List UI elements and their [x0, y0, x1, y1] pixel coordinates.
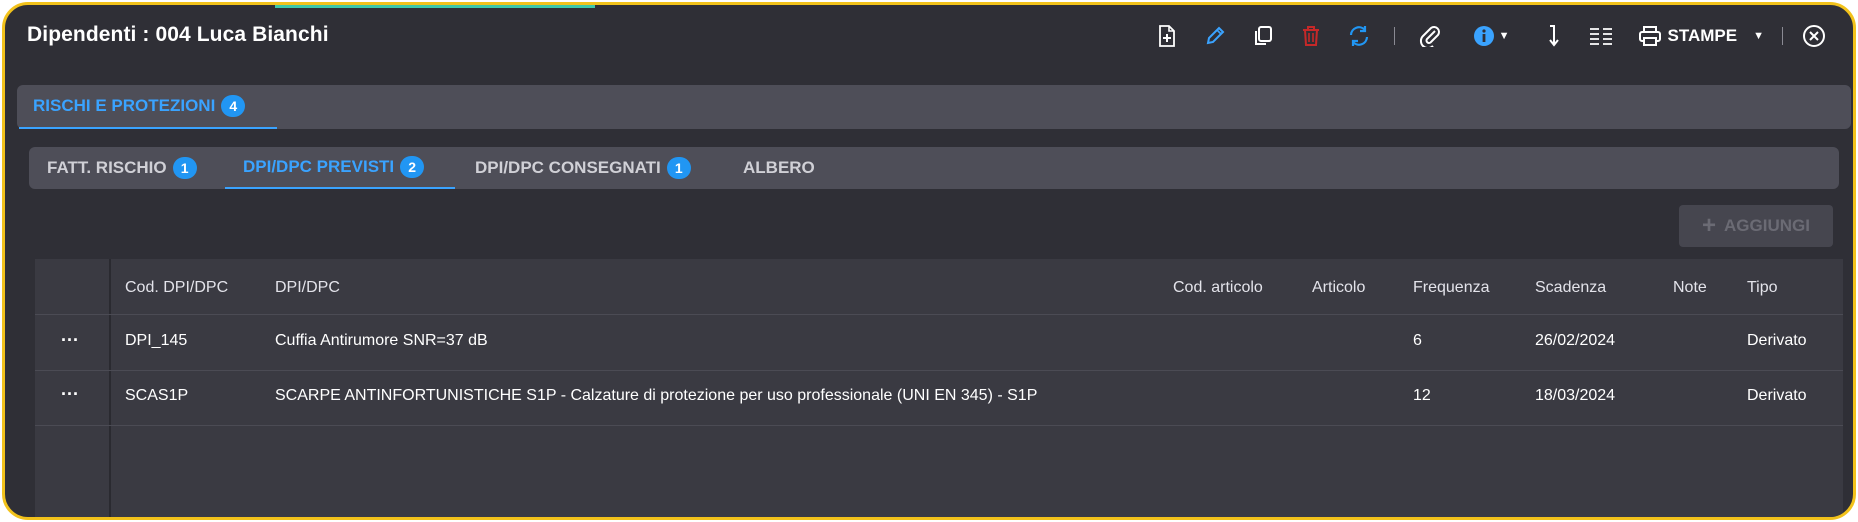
refresh-icon	[1349, 26, 1368, 46]
close-button[interactable]	[1797, 19, 1831, 53]
column-header[interactable]: Scadenza	[1535, 279, 1606, 297]
info-dropdown-button[interactable]: ▼	[1473, 19, 1510, 53]
row-actions-menu[interactable]: ...	[61, 379, 79, 400]
paperclip-icon	[1419, 26, 1440, 47]
tab-albero[interactable]: ALBERO	[743, 147, 815, 189]
cell-dpi: Cuffia Antirumore SNR=37 dB	[275, 332, 488, 349]
printer-icon	[1638, 26, 1661, 46]
delete-button[interactable]	[1294, 19, 1328, 53]
toolbar-separator	[1393, 27, 1395, 45]
list-columns-icon	[1589, 28, 1612, 45]
cell-frequenza: 12	[1413, 387, 1431, 404]
dpi-table: Cod. DPI/DPC DPI/DPC Cod. articolo Artic…	[35, 259, 1843, 517]
tab-label: DPI/DPC CONSEGNATI	[475, 158, 661, 177]
tab-fatt-rischio[interactable]: FATT. RISCHIO 1	[47, 147, 197, 189]
pencil-icon	[1206, 26, 1225, 45]
trash-icon	[1302, 26, 1319, 46]
outer-tab-bar: RISCHI E PROTEZIONI 4	[17, 85, 1851, 129]
tab-label: FATT. RISCHIO	[47, 158, 167, 177]
column-header[interactable]: Cod. DPI/DPC	[125, 279, 228, 297]
tab-label: ALBERO	[743, 158, 815, 177]
copy-icon	[1254, 26, 1272, 45]
action-column-divider	[109, 259, 111, 517]
row-divider	[35, 314, 1843, 315]
edit-button[interactable]	[1198, 19, 1232, 53]
add-button-label: AGGIUNGI	[1724, 216, 1810, 235]
row-divider	[35, 425, 1843, 426]
plus-icon: +	[1702, 212, 1717, 239]
row-actions-menu[interactable]: ...	[61, 325, 79, 346]
toolbar-separator	[1782, 27, 1783, 45]
page-title: Dipendenti : 004 Luca Bianchi	[27, 23, 329, 46]
column-header[interactable]: Tipo	[1747, 279, 1778, 297]
window-frame: Dipendenti : 004 Luca Bianchi ▼ STAMPE ▼…	[2, 2, 1856, 520]
column-header[interactable]: Articolo	[1312, 279, 1365, 297]
close-circle-icon	[1803, 25, 1825, 47]
inner-tab-bar: FATT. RISCHIO 1 DPI/DPC PREVISTI 2 DPI/D…	[29, 147, 1839, 189]
tab-dpi-dpc-consegnati[interactable]: DPI/DPC CONSEGNATI 1	[475, 147, 691, 189]
chevron-down-icon: ▼	[1498, 30, 1510, 42]
tab-dpi-dpc-previsti[interactable]: DPI/DPC PREVISTI 2	[225, 147, 455, 189]
tab-count-badge: 2	[400, 156, 425, 178]
copy-button[interactable]	[1246, 19, 1280, 53]
column-header[interactable]: Cod. articolo	[1173, 279, 1263, 297]
column-header[interactable]: Note	[1673, 279, 1707, 297]
tab-label: DPI/DPC PREVISTI	[243, 157, 395, 176]
cell-scadenza: 26/02/2024	[1535, 332, 1616, 349]
cell-frequenza: 6	[1413, 332, 1422, 349]
window-header: Dipendenti : 004 Luca Bianchi ▼ STAMPE ▼	[5, 5, 1853, 69]
cell-tipo: Derivato	[1747, 387, 1807, 404]
chevron-down-icon: ▼	[1753, 30, 1764, 42]
row-divider	[35, 370, 1843, 371]
attach-button[interactable]	[1413, 19, 1447, 53]
refresh-button[interactable]	[1342, 19, 1376, 53]
cell-cod: DPI_145	[125, 332, 188, 349]
columns-button[interactable]	[1584, 19, 1618, 53]
new-button[interactable]	[1150, 19, 1184, 53]
tab-label: RISCHI E PROTEZIONI	[33, 96, 216, 115]
tab-count-badge: 4	[221, 95, 246, 117]
toolbar: ▼ STAMPE ▼	[1136, 19, 1831, 53]
sort-button[interactable]	[1536, 19, 1570, 53]
column-header[interactable]: DPI/DPC	[275, 279, 340, 297]
print-label: STAMPE	[1667, 26, 1738, 45]
info-icon	[1473, 26, 1494, 46]
cell-scadenza: 18/03/2024	[1535, 387, 1616, 404]
tab-rischi-protezioni[interactable]: RISCHI E PROTEZIONI 4	[19, 85, 277, 129]
sort-arrow-icon	[1548, 25, 1559, 47]
cell-cod: SCAS1P	[125, 387, 189, 404]
file-plus-icon	[1158, 25, 1175, 47]
print-dropdown-button[interactable]: STAMPE ▼	[1638, 19, 1764, 53]
column-header[interactable]: Frequenza	[1413, 279, 1490, 297]
tab-count-badge: 1	[172, 157, 197, 179]
add-button[interactable]: + AGGIUNGI	[1679, 205, 1833, 247]
tab-count-badge: 1	[666, 157, 691, 179]
cell-dpi: SCARPE ANTINFORTUNISTICHE S1P - Calzatur…	[275, 387, 1038, 404]
cell-tipo: Derivato	[1747, 332, 1807, 349]
